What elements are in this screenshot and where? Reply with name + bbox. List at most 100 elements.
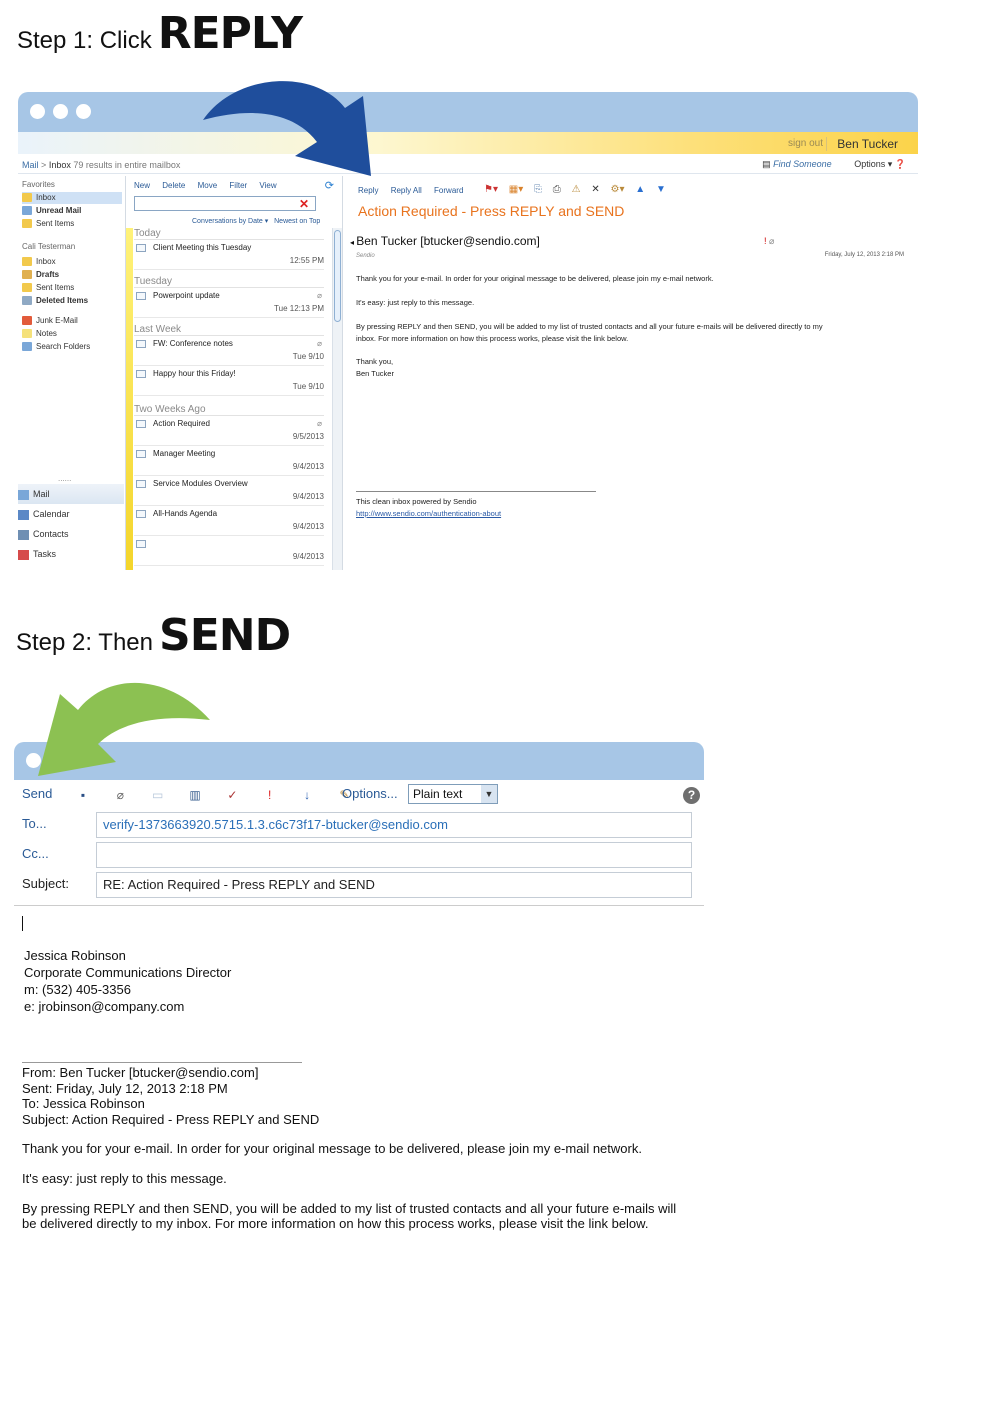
to-row: To... verify-1373663920.5715.1.3.c6c73f1… <box>14 812 704 838</box>
flag-icon[interactable]: ⚑▾ <box>484 184 498 195</box>
to-field[interactable]: verify-1373663920.5715.1.3.c6c73f17-btuc… <box>96 812 692 838</box>
message-subject: Service Modules Overview <box>153 479 248 488</box>
envelope-icon <box>136 540 146 548</box>
save-icon[interactable]: ▪ <box>72 788 94 802</box>
sign-out-link[interactable]: sign out <box>788 138 823 149</box>
sort-by[interactable]: Conversations by Date <box>192 218 263 225</box>
delete-icon[interactable]: ✕ <box>591 184 599 195</box>
forward-button[interactable]: Forward <box>434 186 463 195</box>
list-item[interactable]: FW: Conference notes ⌀ Tue 9/10 <box>134 336 324 366</box>
spell-check-icon[interactable]: ✓ <box>221 788 243 802</box>
address-book-icon[interactable]: ▤ <box>762 159 771 169</box>
scroll-thumb[interactable] <box>334 230 341 322</box>
junk-icon[interactable]: ⚠ <box>572 184 581 195</box>
reading-icons: ⚑▾ ▦▾ ⎘ ⎙ ⚠ ✕ ⚙▾ ▲ ▼ <box>484 184 674 195</box>
calendar-icon <box>18 509 29 520</box>
arrow-up-icon[interactable]: ▲ <box>635 184 645 195</box>
find-someone-link[interactable]: Find Someone <box>773 159 832 169</box>
help-icon[interactable]: ❓ <box>895 159 906 169</box>
low-importance-icon[interactable]: ↓ <box>296 788 318 802</box>
fav-sent[interactable]: Sent Items <box>22 218 74 230</box>
envelope-icon <box>136 244 146 252</box>
folder-sent[interactable]: Sent Items <box>22 282 74 294</box>
format-select[interactable]: Plain text ▼ <box>408 784 498 804</box>
search-input[interactable]: ✕ <box>134 196 316 211</box>
list-item[interactable]: Action Required ⌀ 9/5/2013 <box>134 416 324 446</box>
options-menu[interactable]: Options <box>854 159 885 169</box>
folder-drafts[interactable]: Drafts <box>22 269 59 281</box>
print-icon[interactable]: ⎙ <box>553 184 561 195</box>
compose-toolbar: Send ▪ ⌀ ▭ ▥ ✓ ! ↓ ✎ Options... Plain te… <box>14 782 704 810</box>
insert-image-icon[interactable]: ▭ <box>147 788 169 802</box>
nav-tasks[interactable]: Tasks <box>18 544 124 564</box>
folder-search[interactable]: Search Folders <box>22 341 90 353</box>
folder-notes[interactable]: Notes <box>22 328 57 340</box>
list-item[interactable]: Happy hour this Friday! Tue 9/10 <box>134 366 324 396</box>
options-button[interactable]: Options... <box>342 786 398 801</box>
list-item[interactable]: Service Modules Overview 9/4/2013 <box>134 476 324 506</box>
message-date: 9/4/2013 <box>292 462 324 471</box>
sort-options[interactable]: Conversations by Date ▾ Newest on Top <box>192 217 320 225</box>
new-menu[interactable]: New <box>134 181 150 190</box>
breadcrumb-mail[interactable]: Mail <box>22 160 39 170</box>
footer-link[interactable]: http://www.sendio.com/authentication-abo… <box>356 508 501 519</box>
reading-toolbar: Reply Reply All Forward <box>358 186 473 195</box>
nav-calendar[interactable]: Calendar <box>18 504 124 524</box>
attachment-icon: ⌀ <box>317 339 322 348</box>
drafts-icon <box>22 270 32 280</box>
nav-tasks-label: Tasks <box>33 549 57 559</box>
quote-paragraph: Thank you for your e-mail. In order for … <box>22 1141 642 1156</box>
sort-order[interactable]: Newest on Top <box>274 218 320 225</box>
chevron-down-icon[interactable]: ▼ <box>481 785 497 803</box>
reply-button[interactable]: Reply <box>358 186 378 195</box>
chevron-down-icon[interactable]: ▾ <box>888 159 895 169</box>
attachment-icon: ⌀ <box>769 236 775 246</box>
refresh-icon[interactable]: ⟳ <box>325 179 334 192</box>
breadcrumb: Mail > Inbox 79 results in entire mailbo… <box>22 160 180 170</box>
folder-junk[interactable]: Junk E-Mail <box>22 315 78 327</box>
cc-button[interactable]: Cc... <box>22 846 49 861</box>
list-item[interactable]: Powerpoint update ⌀ Tue 12:13 PM <box>134 288 324 318</box>
fav-unread[interactable]: Unread Mail <box>22 205 81 217</box>
curved-arrow-icon <box>203 81 371 176</box>
categorize-icon[interactable]: ▦▾ <box>509 184 523 195</box>
reply-all-button[interactable]: Reply All <box>391 186 422 195</box>
splitter-dots[interactable]: ...... <box>58 474 71 483</box>
folder-deleted[interactable]: Deleted Items <box>22 295 88 307</box>
fav-inbox[interactable]: Inbox <box>22 192 122 204</box>
actions-icon[interactable]: ⚙▾ <box>611 184 625 195</box>
message-date: Tue 9/10 <box>292 352 324 361</box>
send-button[interactable]: Send <box>22 786 52 801</box>
footer-rule <box>356 491 596 492</box>
high-importance-icon[interactable]: ! <box>259 788 281 802</box>
quote-from: From: Ben Tucker [btucker@sendio.com] <box>22 1065 259 1080</box>
step1-action: REPLY <box>157 8 303 59</box>
view-menu[interactable]: View <box>259 181 276 190</box>
list-item[interactable]: Client Meeting this Tuesday 12:55 PM <box>134 240 324 270</box>
list-item[interactable]: Manager Meeting 9/4/2013 <box>134 446 324 476</box>
folder-inbox[interactable]: Inbox <box>22 256 56 268</box>
cc-field[interactable] <box>96 842 692 868</box>
address-book-icon[interactable]: ▥ <box>184 788 206 802</box>
body-paragraph: inbox. For more information on how this … <box>356 334 629 343</box>
filter-menu[interactable]: Filter <box>229 181 247 190</box>
move-menu[interactable]: Move <box>198 181 218 190</box>
list-item[interactable]: All-Hands Agenda 9/4/2013 <box>134 506 324 536</box>
nav-mail[interactable]: Mail <box>18 484 124 504</box>
list-item[interactable]: 9/4/2013 <box>134 536 324 566</box>
folder-label: Junk E-Mail <box>36 316 78 325</box>
subject-field[interactable]: RE: Action Required - Press REPLY and SE… <box>96 872 692 898</box>
envelope-icon <box>136 480 146 488</box>
clear-search-icon[interactable]: ✕ <box>299 197 309 211</box>
list-scrollbar[interactable] <box>332 228 342 570</box>
arrow-down-icon[interactable]: ▼ <box>656 184 666 195</box>
attach-icon[interactable]: ⌀ <box>109 788 131 802</box>
help-icon[interactable]: ? <box>683 787 700 804</box>
to-button[interactable]: To... <box>22 816 47 831</box>
move-icon[interactable]: ⎘ <box>534 184 542 195</box>
nav-contacts[interactable]: Contacts <box>18 524 124 544</box>
message-date: 9/4/2013 <box>292 522 324 531</box>
delete-menu[interactable]: Delete <box>162 181 185 190</box>
folder-icon <box>22 193 32 203</box>
message-date: 12:55 PM <box>289 256 324 265</box>
